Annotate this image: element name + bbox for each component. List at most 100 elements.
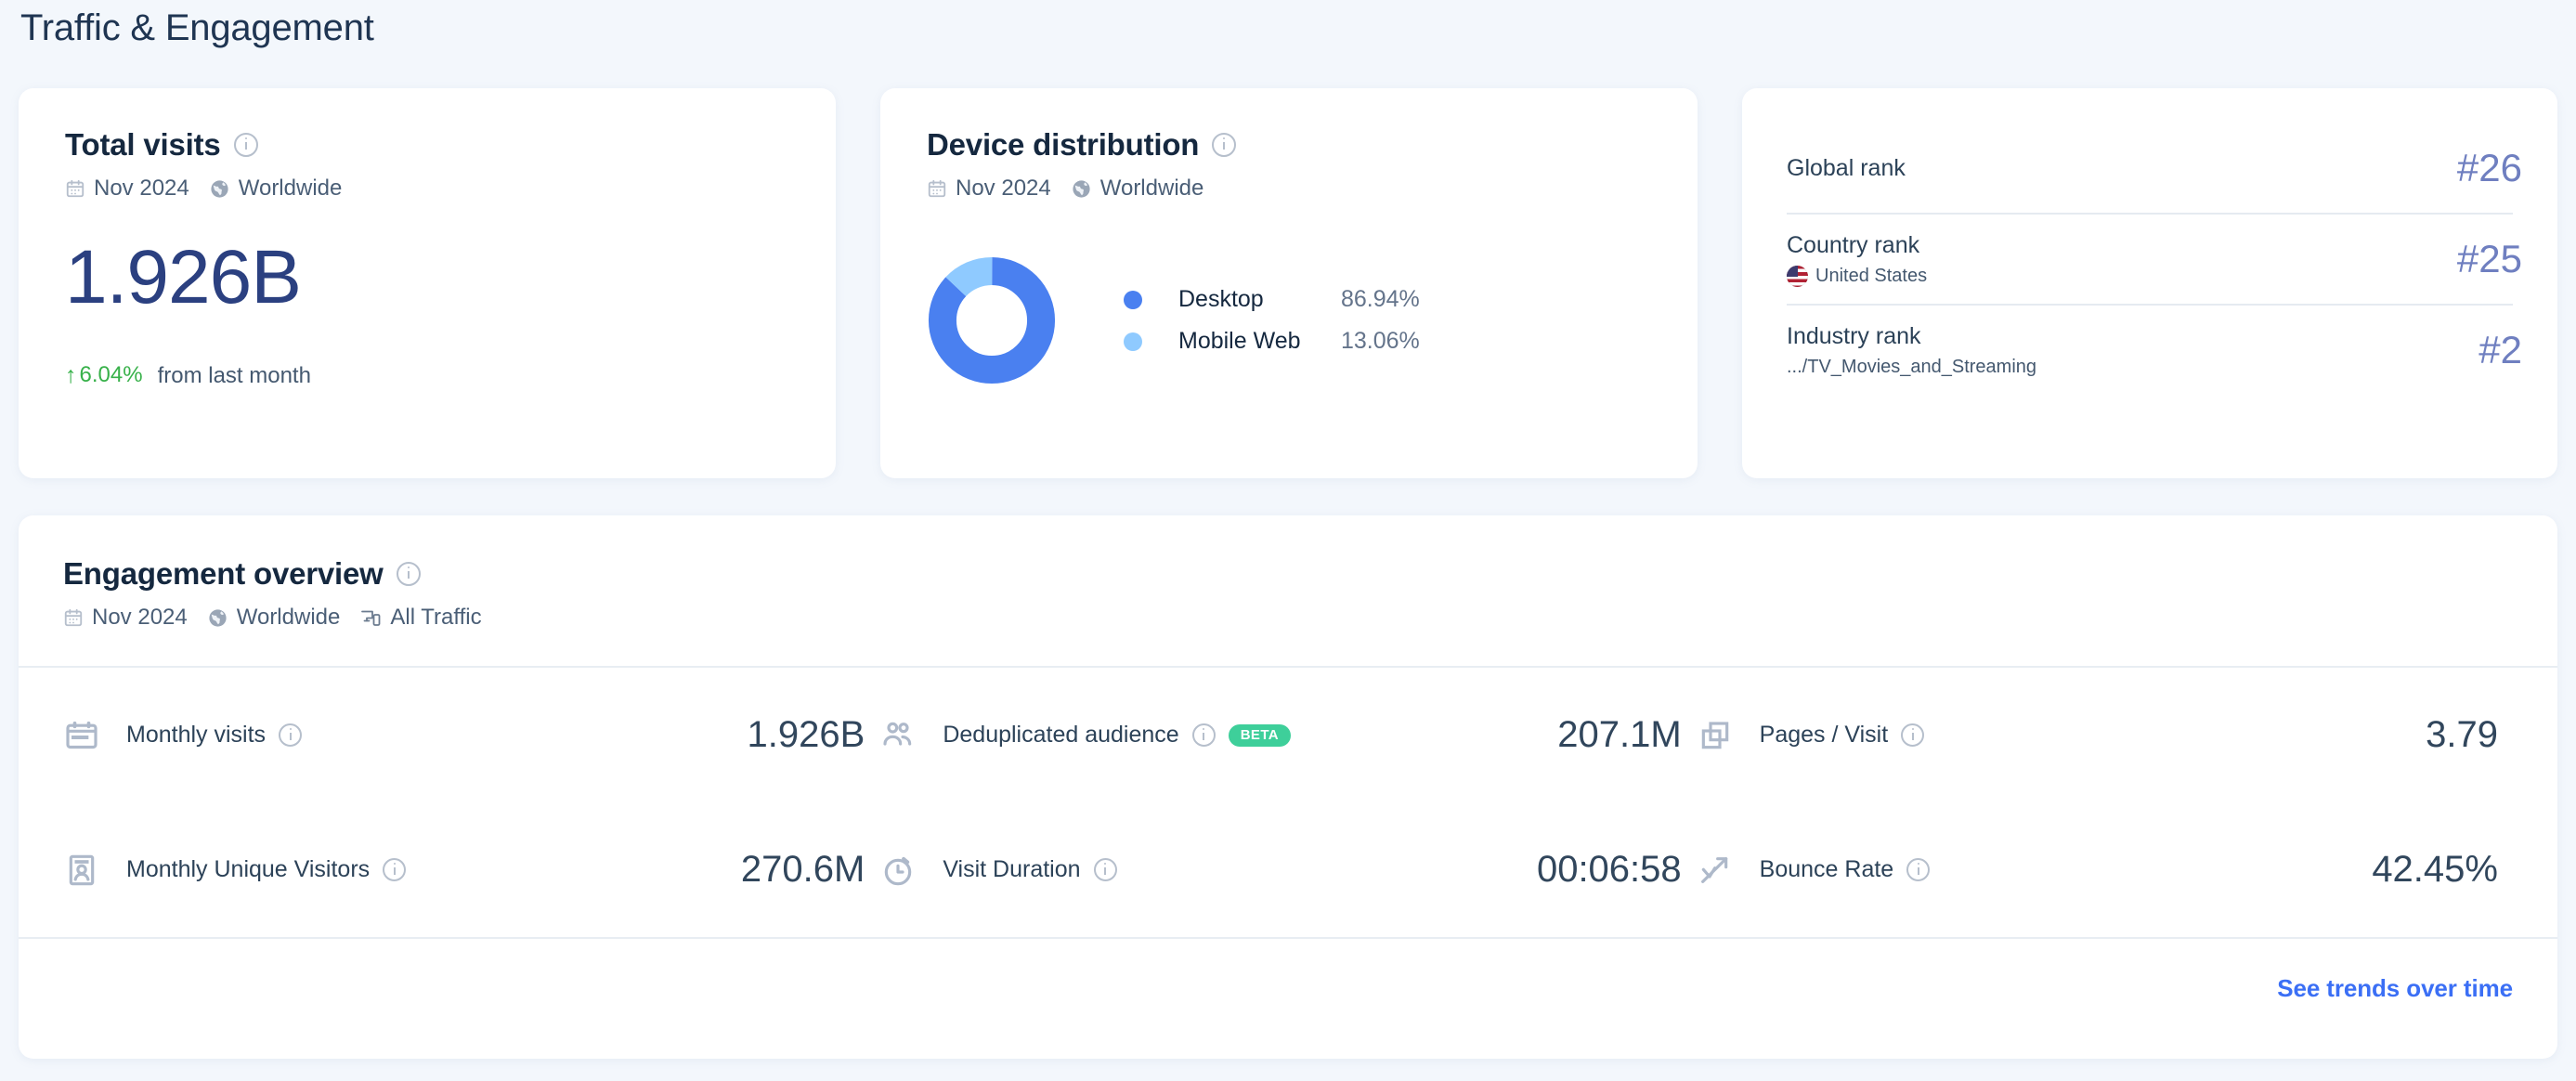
info-icon[interactable] xyxy=(1212,133,1237,157)
total-visits-header: Total visits Nov 2024 Worldwide xyxy=(19,88,836,202)
arrow-up-icon: ↑ xyxy=(65,361,77,388)
engagement-header: Engagement overview Nov 2024 Worldwide A… xyxy=(19,515,2557,631)
region-filter[interactable]: Worldwide xyxy=(1071,176,1204,202)
device-distribution-title: Device distribution xyxy=(927,127,1200,162)
legend-dot-mobile-web xyxy=(1124,332,1142,351)
period-filter[interactable]: Nov 2024 xyxy=(65,176,189,202)
page-title: Traffic & Engagement xyxy=(20,7,374,48)
total-visits-title-row: Total visits xyxy=(65,127,836,163)
country-name: United States xyxy=(1815,265,1928,286)
us-flag-icon xyxy=(1787,265,1808,287)
country-rank-label: Country rank xyxy=(1787,231,1920,258)
calendar-icon xyxy=(64,608,83,627)
engagement-overview-card: Engagement overview Nov 2024 Worldwide A… xyxy=(19,515,2557,1059)
monthly-visits-icon xyxy=(66,721,98,749)
info-icon[interactable] xyxy=(1906,858,1931,881)
legend-dot-desktop xyxy=(1124,290,1142,309)
delta-value: 6.04% xyxy=(79,362,143,387)
legend-item-desktop: Desktop 86.94% xyxy=(1124,286,1420,313)
info-icon[interactable] xyxy=(279,723,303,747)
metric-label: Deduplicated audience xyxy=(943,722,1179,748)
metric-label: Bounce Rate xyxy=(1759,856,1894,882)
metric-value: 1.926B xyxy=(747,714,865,755)
info-icon[interactable] xyxy=(396,562,421,586)
metric-label-group: Pages / Visit xyxy=(1760,722,1925,749)
bounce-rate-icon xyxy=(1700,856,1727,883)
metric-label: Monthly Unique Visitors xyxy=(126,856,371,882)
metric-label-group: Bounce Rate xyxy=(1760,856,1931,883)
metric-label: Pages / Visit xyxy=(1759,722,1889,748)
region-label: Worldwide xyxy=(1099,176,1204,201)
country-rank-value: #25 xyxy=(2456,237,2522,280)
device-distribution-donut-chart xyxy=(928,256,1056,384)
total-visits-card: Total visits Nov 2024 Worldwide 1.926B ↑… xyxy=(19,88,836,478)
period-filter[interactable]: Nov 2024 xyxy=(63,605,188,631)
legend-label-mobile-web: Mobile Web xyxy=(1178,328,1301,354)
summary-cards-row: Total visits Nov 2024 Worldwide 1.926B ↑… xyxy=(19,88,2557,478)
period-label: Nov 2024 xyxy=(94,176,189,201)
period-label: Nov 2024 xyxy=(92,605,188,630)
see-trends-over-time-link[interactable]: See trends over time xyxy=(2277,974,2513,1003)
country-rank-meta: United States xyxy=(1787,265,1928,287)
metric-label-group: Monthly Unique Visitors xyxy=(126,856,407,883)
visit-duration-icon xyxy=(885,856,912,885)
delta-label: from last month xyxy=(157,362,311,388)
engagement-title: Engagement overview xyxy=(63,556,384,591)
metric-pages-per-visit: Pages / Visit 3.79 xyxy=(1697,668,2513,802)
pages-per-visit-icon xyxy=(1701,721,1728,749)
traffic-filter[interactable]: All Traffic xyxy=(359,605,482,631)
rank-row-industry: Industry rank .../TV_Movies_and_Streamin… xyxy=(1787,304,2522,395)
info-icon[interactable] xyxy=(1901,723,1925,747)
traffic-label: All Traffic xyxy=(390,605,482,630)
legend-value-desktop: 86.94% xyxy=(1341,286,1420,312)
info-icon[interactable] xyxy=(383,858,407,881)
devices-icon xyxy=(361,610,381,626)
metric-label-group: Deduplicated audience BETA xyxy=(943,722,1292,749)
globe-icon xyxy=(1073,179,1090,198)
deduplicated-audience-icon xyxy=(883,722,912,746)
industry-rank-meta[interactable]: .../TV_Movies_and_Streaming xyxy=(1787,357,2036,378)
region-filter[interactable]: Worldwide xyxy=(207,605,340,631)
metric-label-group: Visit Duration xyxy=(943,856,1117,883)
info-icon[interactable] xyxy=(1093,858,1117,881)
rank-row-country: Country rank United States #25 xyxy=(1787,213,2522,304)
industry-rank-label: Industry rank xyxy=(1787,322,1921,349)
metric-value: 00:06:58 xyxy=(1536,849,1682,890)
device-distribution-title-row: Device distribution xyxy=(927,127,1698,163)
total-visits-value: 1.926B xyxy=(65,235,302,319)
metric-bounce-rate: Bounce Rate 42.45% xyxy=(1697,802,2513,937)
industry-rank-value: #2 xyxy=(2478,328,2522,371)
donut-slice-mobile-web xyxy=(928,256,1056,384)
metric-label: Visit Duration xyxy=(943,856,1081,882)
device-distribution-card: Device distribution Nov 2024 Worldwide D… xyxy=(880,88,1698,478)
metric-label: Monthly visits xyxy=(126,722,267,748)
rank-left: Country rank United States xyxy=(1787,232,1927,287)
metric-value: 270.6M xyxy=(740,849,865,890)
calendar-icon xyxy=(66,179,85,198)
globe-icon xyxy=(211,179,228,198)
globe-icon xyxy=(209,608,227,627)
metric-value: 3.79 xyxy=(2426,714,2498,755)
info-icon[interactable] xyxy=(233,133,258,157)
engagement-title-row: Engagement overview xyxy=(63,556,2557,592)
industry-category: .../TV_Movies_and_Streaming xyxy=(1787,356,2037,377)
device-distribution-legend: Desktop 86.94% Mobile Web 13.06% xyxy=(1124,286,1420,355)
metric-value: 207.1M xyxy=(1557,714,1682,755)
device-distribution-header: Device distribution Nov 2024 Worldwide xyxy=(880,88,1698,202)
rank-left: Global rank xyxy=(1787,155,1906,182)
period-filter[interactable]: Nov 2024 xyxy=(927,176,1051,202)
rank-row-global: Global rank #26 xyxy=(1787,124,2522,213)
global-rank-value: #26 xyxy=(2456,146,2522,189)
global-rank-label: Global rank xyxy=(1787,154,1906,181)
metric-monthly-visits: Monthly visits 1.926B xyxy=(63,668,879,802)
legend-value-mobile-web: 13.06% xyxy=(1341,328,1420,354)
region-filter[interactable]: Worldwide xyxy=(209,176,342,202)
engagement-metrics-grid: Monthly visits 1.926B Deduplicated audie… xyxy=(19,668,2557,937)
metric-monthly-unique-visitors: Monthly Unique Visitors 270.6M xyxy=(63,802,879,937)
metric-value: 42.45% xyxy=(2372,849,2498,890)
legend-label-desktop: Desktop xyxy=(1178,286,1264,312)
info-icon[interactable] xyxy=(1191,723,1216,747)
device-distribution-body: Desktop 86.94% Mobile Web 13.06% xyxy=(927,255,1420,385)
total-visits-title: Total visits xyxy=(65,127,221,162)
legend-item-mobile-web: Mobile Web 13.06% xyxy=(1124,328,1420,355)
